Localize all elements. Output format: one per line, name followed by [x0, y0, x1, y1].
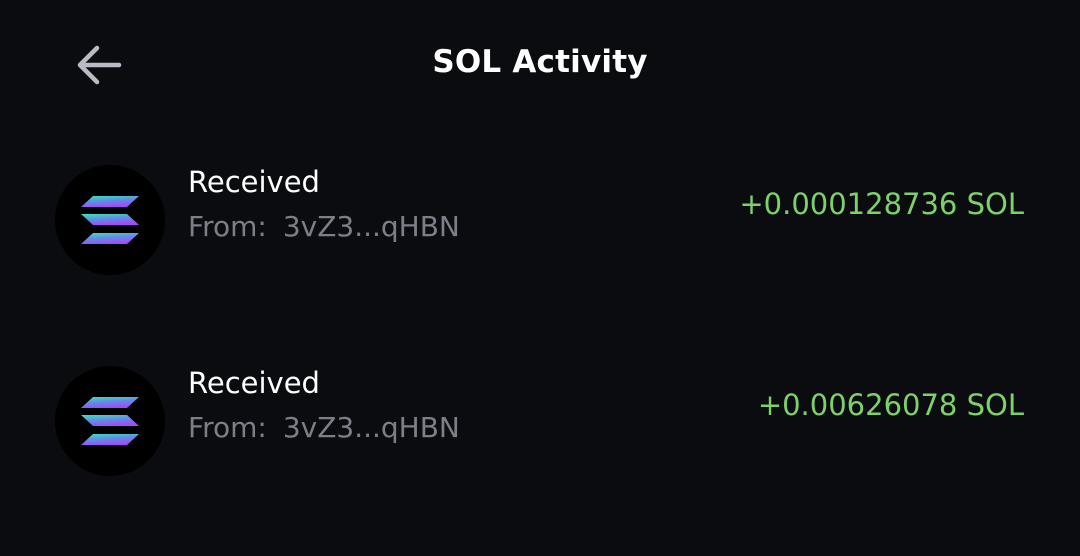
- from-label: From:: [188, 411, 267, 444]
- from-address: 3vZ3...qHBN: [282, 411, 460, 444]
- from-label: From:: [188, 210, 267, 243]
- transaction-row[interactable]: Received From: 3vZ3...qHBN +0.00626078 SO…: [0, 351, 1080, 491]
- transaction-from: From: 3vZ3...qHBN: [188, 210, 460, 243]
- transaction-row[interactable]: Received From: 3vZ3...qHBN +0.000128736 S…: [0, 150, 1080, 290]
- page-title: SOL Activity: [432, 44, 648, 80]
- transaction-type: Received: [188, 366, 320, 400]
- from-address: 3vZ3...qHBN: [282, 210, 460, 243]
- transaction-from: From: 3vZ3...qHBN: [188, 411, 460, 444]
- solana-logo-icon: [55, 165, 165, 275]
- transaction-amount: +0.000128736 SOL: [739, 187, 1024, 221]
- transaction-amount: +0.00626078 SOL: [757, 388, 1024, 422]
- solana-logo-icon: [55, 366, 165, 476]
- header: SOL Activity: [0, 0, 1080, 130]
- transaction-type: Received: [188, 165, 320, 199]
